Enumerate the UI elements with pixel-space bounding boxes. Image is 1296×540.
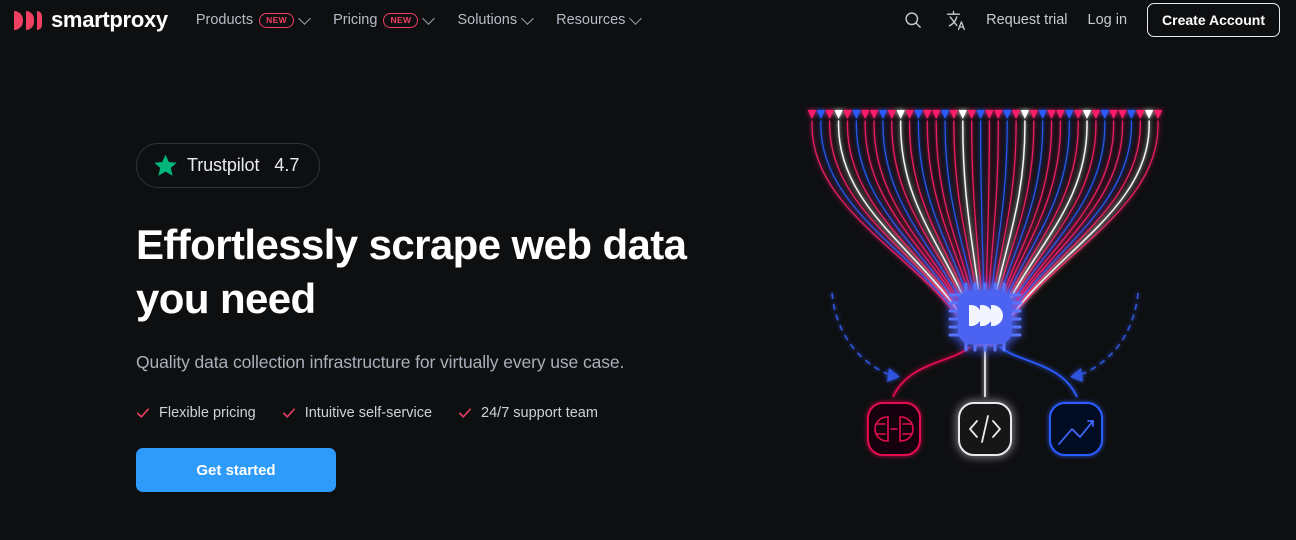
feature-list: Flexible pricing Intuitive self-service … [136, 405, 776, 421]
chevron-down-icon [298, 11, 311, 25]
stream-arrowhead-icon [1056, 110, 1065, 119]
feature-item: Flexible pricing [136, 405, 256, 421]
output-path-right [999, 346, 1078, 398]
stream-arrowhead-icon [852, 110, 861, 119]
landing-page: smartproxy Products NEW Pricing NEW Solu… [0, 0, 1296, 540]
stream-arrowhead-icon [1011, 110, 1021, 119]
nav-item-resources[interactable]: Resources [556, 11, 643, 28]
stream-arrowhead-icon [1127, 110, 1136, 119]
stream-arrowhead-icon [958, 110, 967, 119]
stream-arrowhead-icon [1109, 110, 1118, 119]
dashed-arrow-left-head [887, 368, 900, 382]
stream-arrowhead-icon [1136, 110, 1145, 119]
feature-item: 24/7 support team [458, 405, 598, 421]
nav-item-solutions[interactable]: Solutions [457, 11, 534, 28]
stream-arrowhead-icon [1029, 110, 1038, 119]
trustpilot-label: Trustpilot [187, 155, 260, 175]
stream-arrowhead-icon [869, 110, 879, 119]
trustpilot-badge[interactable]: Trustpilot 4.7 [136, 143, 321, 188]
page-title: Effortlessly scrape web data you need [136, 221, 687, 322]
stream-arrowhead-icon [923, 110, 932, 119]
stream-arrowhead-icon [1153, 110, 1163, 119]
hero-content: Trustpilot 4.7 Effortlessly scrape web d… [136, 143, 776, 492]
nav-label-products: Products [195, 12, 254, 28]
check-icon [136, 408, 150, 418]
stream-arrowhead-icon [1118, 110, 1127, 119]
stream-arrowhead-icon [1074, 110, 1083, 119]
get-started-button[interactable]: Get started [136, 448, 336, 492]
badge-new-products: NEW [259, 12, 295, 28]
stream-arrowhead-icon [1065, 110, 1074, 119]
nav-item-products[interactable]: Products NEW [195, 11, 311, 28]
brand-name: smartproxy [51, 7, 168, 32]
output-path-left [892, 346, 971, 398]
stream-arrowhead-icon [1100, 110, 1109, 119]
stream-arrowhead-icon [825, 110, 834, 119]
stream-arrowhead-icon [914, 110, 923, 119]
badge-new-pricing: NEW [383, 12, 419, 28]
request-trial-link[interactable]: Request trial [986, 12, 1067, 28]
stream-arrowhead-icon [1144, 110, 1154, 119]
stream-arrowhead-icon [940, 110, 950, 119]
code-brackets-icon[interactable] [958, 402, 1012, 456]
check-icon [459, 408, 472, 418]
stream-arrowhead-icon [985, 110, 994, 119]
nav-label-solutions: Solutions [457, 12, 518, 28]
stream-arrowhead-icon [1091, 110, 1101, 119]
stream-arrowhead-icon [1038, 110, 1047, 119]
data-funnel-illustration [790, 95, 1180, 485]
stream-arrowhead-icon [887, 110, 896, 119]
stream-arrowhead-icon [1003, 110, 1012, 119]
dashed-arrow-right [1079, 292, 1139, 376]
stream-arrowhead-icon [861, 110, 870, 119]
stream-arrowhead-icon [905, 110, 914, 119]
nav-label-pricing: Pricing [333, 12, 378, 28]
stream-arrowhead-icon [932, 110, 941, 119]
stream-arrowhead-icon [896, 110, 905, 119]
search-icon[interactable] [902, 9, 924, 31]
stream-arrowhead-icon [843, 110, 852, 119]
stream-arrowhead-icon [949, 110, 959, 119]
translate-icon[interactable] [944, 9, 966, 31]
dashed-arrow-right-head [1070, 368, 1083, 382]
stream-arrowhead-icon [834, 110, 843, 119]
chevron-down-icon [422, 11, 436, 25]
brand-logo[interactable]: smartproxy [14, 7, 168, 33]
header-actions: Request trial Log in Create Account [902, 3, 1280, 37]
dashed-arrow-left [831, 292, 891, 376]
feature-item: Intuitive self-service [282, 405, 432, 421]
nav-item-pricing[interactable]: Pricing NEW [333, 11, 436, 28]
line-chart-icon[interactable] [1049, 402, 1103, 456]
nav-label-resources: Resources [556, 12, 626, 28]
stream-arrowhead-icon [807, 110, 817, 119]
stream-arrowhead-icon [976, 110, 985, 119]
main-nav: Products NEW Pricing NEW Solutions Resou… [195, 11, 643, 28]
stream-arrowhead-icon [1082, 110, 1092, 119]
smartproxy-chip-icon [941, 273, 1029, 361]
chevron-down-icon [629, 11, 643, 25]
feature-label: Intuitive self-service [304, 405, 433, 421]
stream-arrowhead-icon [878, 110, 888, 119]
log-in-link[interactable]: Log in [1088, 12, 1128, 28]
star-icon [154, 154, 177, 176]
stream-arrowhead-icon [994, 110, 1003, 119]
stream-arrowhead-icon [1047, 110, 1056, 119]
feature-label: 24/7 support team [481, 405, 598, 421]
stream-arrowhead-icon [816, 110, 826, 119]
stream-arrowhead-icon [1020, 110, 1030, 119]
chevron-down-icon [521, 11, 534, 25]
create-account-button[interactable]: Create Account [1147, 3, 1280, 37]
site-header: smartproxy Products NEW Pricing NEW Solu… [0, 0, 1296, 40]
check-icon [282, 408, 295, 418]
feature-label: Flexible pricing [159, 405, 256, 421]
trustpilot-score: 4.7 [274, 155, 300, 175]
stream-arrowhead-icon [967, 110, 976, 119]
smartproxy-logo-icon [14, 10, 42, 30]
plug-connector-icon[interactable] [867, 402, 921, 456]
hero-subtitle: Quality data collection infrastructure f… [136, 352, 625, 372]
